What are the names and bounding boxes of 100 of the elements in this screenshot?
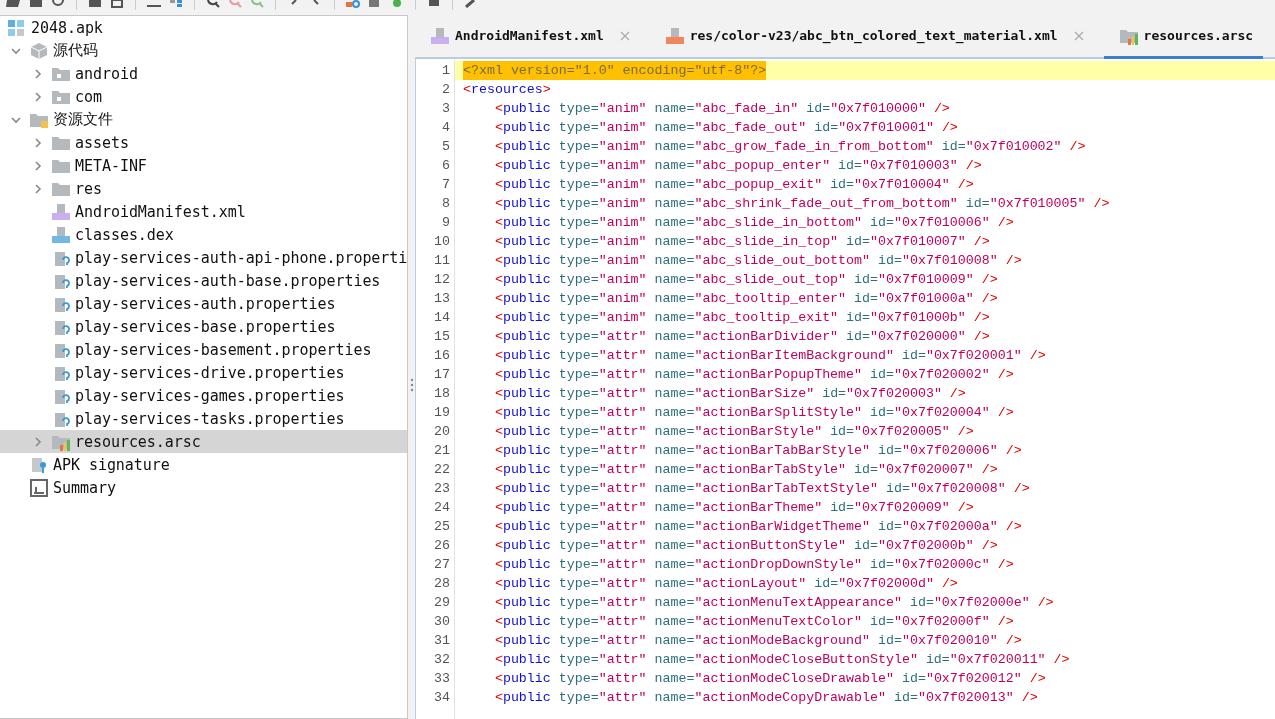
code-line: <public type="anim" name="abc_slide_out_top" id="0x7f010009" /> — [493, 271, 998, 289]
tree-item[interactable]: play-services-auth.properties — [0, 292, 407, 315]
line-number: 6 — [441, 157, 451, 175]
code-line: <resources> — [463, 81, 551, 99]
tree-item[interactable]: resources.arsc — [0, 430, 407, 453]
code-line: <public type="attr" name="actionMenuTextAppearance" id="0x7f02000e" /> — [493, 594, 1054, 612]
code-line: <public type="anim" name="abc_popup_enter" id="0x7f010003" /> — [493, 157, 982, 175]
tree-item[interactable]: play-services-drive.properties — [0, 361, 407, 384]
save-icon[interactable] — [87, 0, 103, 8]
editor-tab[interactable]: AndroidManifest.xml — [415, 15, 650, 59]
code-line: <public type="attr" name="actionBarSplitStyle" id="0x7f020004" /> — [493, 404, 1014, 422]
grid-icon[interactable] — [168, 0, 184, 8]
tree-item[interactable]: META-INF — [0, 154, 407, 177]
chevron-icon[interactable] — [32, 435, 44, 448]
tree-item[interactable]: play-services-base.properties — [0, 315, 407, 338]
line-number: 11 — [433, 252, 451, 270]
line-number: 17 — [433, 366, 451, 384]
line-number: 25 — [433, 518, 451, 536]
line-number: 16 — [433, 347, 451, 365]
settings-icon[interactable] — [345, 0, 361, 8]
file-icon[interactable] — [109, 0, 125, 8]
file-icon — [431, 26, 449, 45]
code-line: <public type="anim" name="abc_slide_in_top" id="0x7f010007" /> — [493, 233, 990, 251]
tree-item[interactable]: 2048.apk — [0, 16, 407, 39]
tree-item[interactable]: AndroidManifest.xml — [0, 200, 407, 223]
line-number: 1 — [441, 62, 451, 80]
line-number: 10 — [433, 233, 451, 251]
tree-item[interactable]: 资源文件 — [0, 108, 407, 131]
code-line: <public type="attr" name="actionBarTabStyle" id="0x7f020007" /> — [493, 461, 998, 479]
chart-icon — [30, 478, 48, 497]
line-number: 18 — [433, 385, 451, 403]
tree-item[interactable]: Summary — [0, 476, 407, 499]
line-number: 27 — [433, 556, 451, 574]
tree-item[interactable]: play-services-basement.properties — [0, 338, 407, 361]
code-line: <public type="attr" name="actionDropDownStyle" id="0x7f02000c" /> — [493, 556, 1014, 574]
line-number: 31 — [433, 632, 451, 650]
stop-icon[interactable] — [426, 0, 442, 8]
code-line: <public type="anim" name="abc_grow_fade_in_from_bottom" id="0x7f010002" /> — [493, 138, 1086, 156]
tree-item[interactable]: 源代码 — [0, 39, 407, 62]
close-icon[interactable] — [619, 30, 630, 41]
tree-item[interactable]: classes.dex — [0, 223, 407, 246]
code-line: <public type="anim" name="abc_fade_out" id="0x7f010001" /> — [493, 119, 958, 137]
code-line: <public type="attr" name="actionModeCloseDrawable" id="0x7f020012" /> — [493, 670, 1046, 688]
code-line: <public type="attr" name="actionBarDivider" id="0x7f020000" /> — [493, 328, 990, 346]
certificate-icon — [30, 455, 48, 474]
code-line: <public type="attr" name="actionModeCloseButtonStyle" id="0x7f020011" /> — [493, 651, 1070, 669]
grid-icon — [8, 18, 26, 37]
tree-item[interactable]: android — [0, 62, 407, 85]
line-number: 2 — [441, 81, 451, 99]
code-line: <public type="anim" name="abc_tooltip_exit" id="0x7f01000b" /> — [493, 309, 990, 327]
code-line: <public type="attr" name="actionModeBackground" id="0x7f020010" /> — [493, 632, 1022, 650]
line-number: 21 — [433, 442, 451, 460]
line-number: 23 — [433, 480, 451, 498]
line-number: 22 — [433, 461, 451, 479]
chevron-icon[interactable] — [32, 136, 44, 149]
line-number: 33 — [433, 670, 451, 688]
file-icon — [52, 225, 70, 244]
line-number: 9 — [441, 214, 451, 232]
code-line: <public type="anim" name="abc_popup_exit" id="0x7f010004" /> — [493, 176, 974, 194]
file-icon — [52, 202, 70, 221]
tree-item[interactable]: assets — [0, 131, 407, 154]
tree-item[interactable]: com — [0, 85, 407, 108]
save-icon[interactable] — [28, 0, 44, 8]
code-line: <public type="anim" name="abc_shrink_fade_out_from_bottom" id="0x7f010005" /> — [493, 195, 1110, 213]
code-line: <public type="attr" name="actionModeCopyDrawable" id="0x7f020013" /> — [493, 689, 1038, 707]
tree-item[interactable]: play-services-auth-api-phone.properti — [0, 246, 407, 269]
code-line: <public type="attr" name="actionBarTheme" id="0x7f020009" /> — [493, 499, 974, 517]
code-line: <public type="anim" name="abc_tooltip_enter" id="0x7f01000a" /> — [493, 290, 998, 308]
line-number: 5 — [441, 138, 451, 156]
tree-item[interactable]: APK signature — [0, 453, 407, 476]
code-line: <public type="attr" name="actionBarStyle" id="0x7f020005" /> — [493, 423, 974, 441]
code-line: <public type="attr" name="actionButtonStyle" id="0x7f02000b" /> — [493, 537, 998, 555]
line-number: 12 — [433, 271, 451, 289]
code-line: <public type="anim" name="abc_slide_in_bottom" id="0x7f010006" /> — [493, 214, 1014, 232]
line-number: 4 — [441, 119, 451, 137]
chevron-icon[interactable] — [32, 67, 44, 80]
splitter-handle-icon[interactable] — [409, 378, 414, 392]
folder-icon[interactable] — [6, 0, 22, 8]
code-line: <public type="attr" name="actionBarTabTextStyle" id="0x7f020008" /> — [493, 480, 1030, 498]
code-line: <public type="anim" name="abc_slide_out_bottom" id="0x7f010008" /> — [493, 252, 1022, 270]
search-icon[interactable] — [205, 0, 221, 8]
tree-item[interactable]: play-services-tasks.properties — [0, 407, 407, 430]
close-icon[interactable] — [1073, 30, 1084, 41]
cube-icon — [30, 41, 48, 60]
chevron-icon[interactable] — [32, 159, 44, 172]
code-line: <public type="attr" name="actionLayout" id="0x7f02000d" /> — [493, 575, 958, 593]
code-line: <public type="attr" name="actionBarItemBackground" id="0x7f020001" /> — [493, 347, 1046, 365]
line-number: 3 — [441, 100, 451, 118]
chevron-icon[interactable] — [32, 182, 44, 195]
line-number: 19 — [433, 404, 451, 422]
tree-item[interactable]: res — [0, 177, 407, 200]
refresh-icon[interactable] — [50, 0, 66, 8]
chevron-icon[interactable] — [32, 90, 44, 103]
line-number: 13 — [433, 290, 451, 308]
tree-item[interactable]: play-services-games.properties — [0, 384, 407, 407]
editor-tab[interactable]: res/color-v23/abc_btn_colored_text_material.xml — [649, 15, 1104, 59]
tree-item[interactable]: play-services-auth-base.properties — [0, 269, 407, 292]
line-number: 30 — [433, 613, 451, 631]
line-number: 14 — [433, 309, 451, 327]
line-number: 20 — [433, 423, 451, 441]
